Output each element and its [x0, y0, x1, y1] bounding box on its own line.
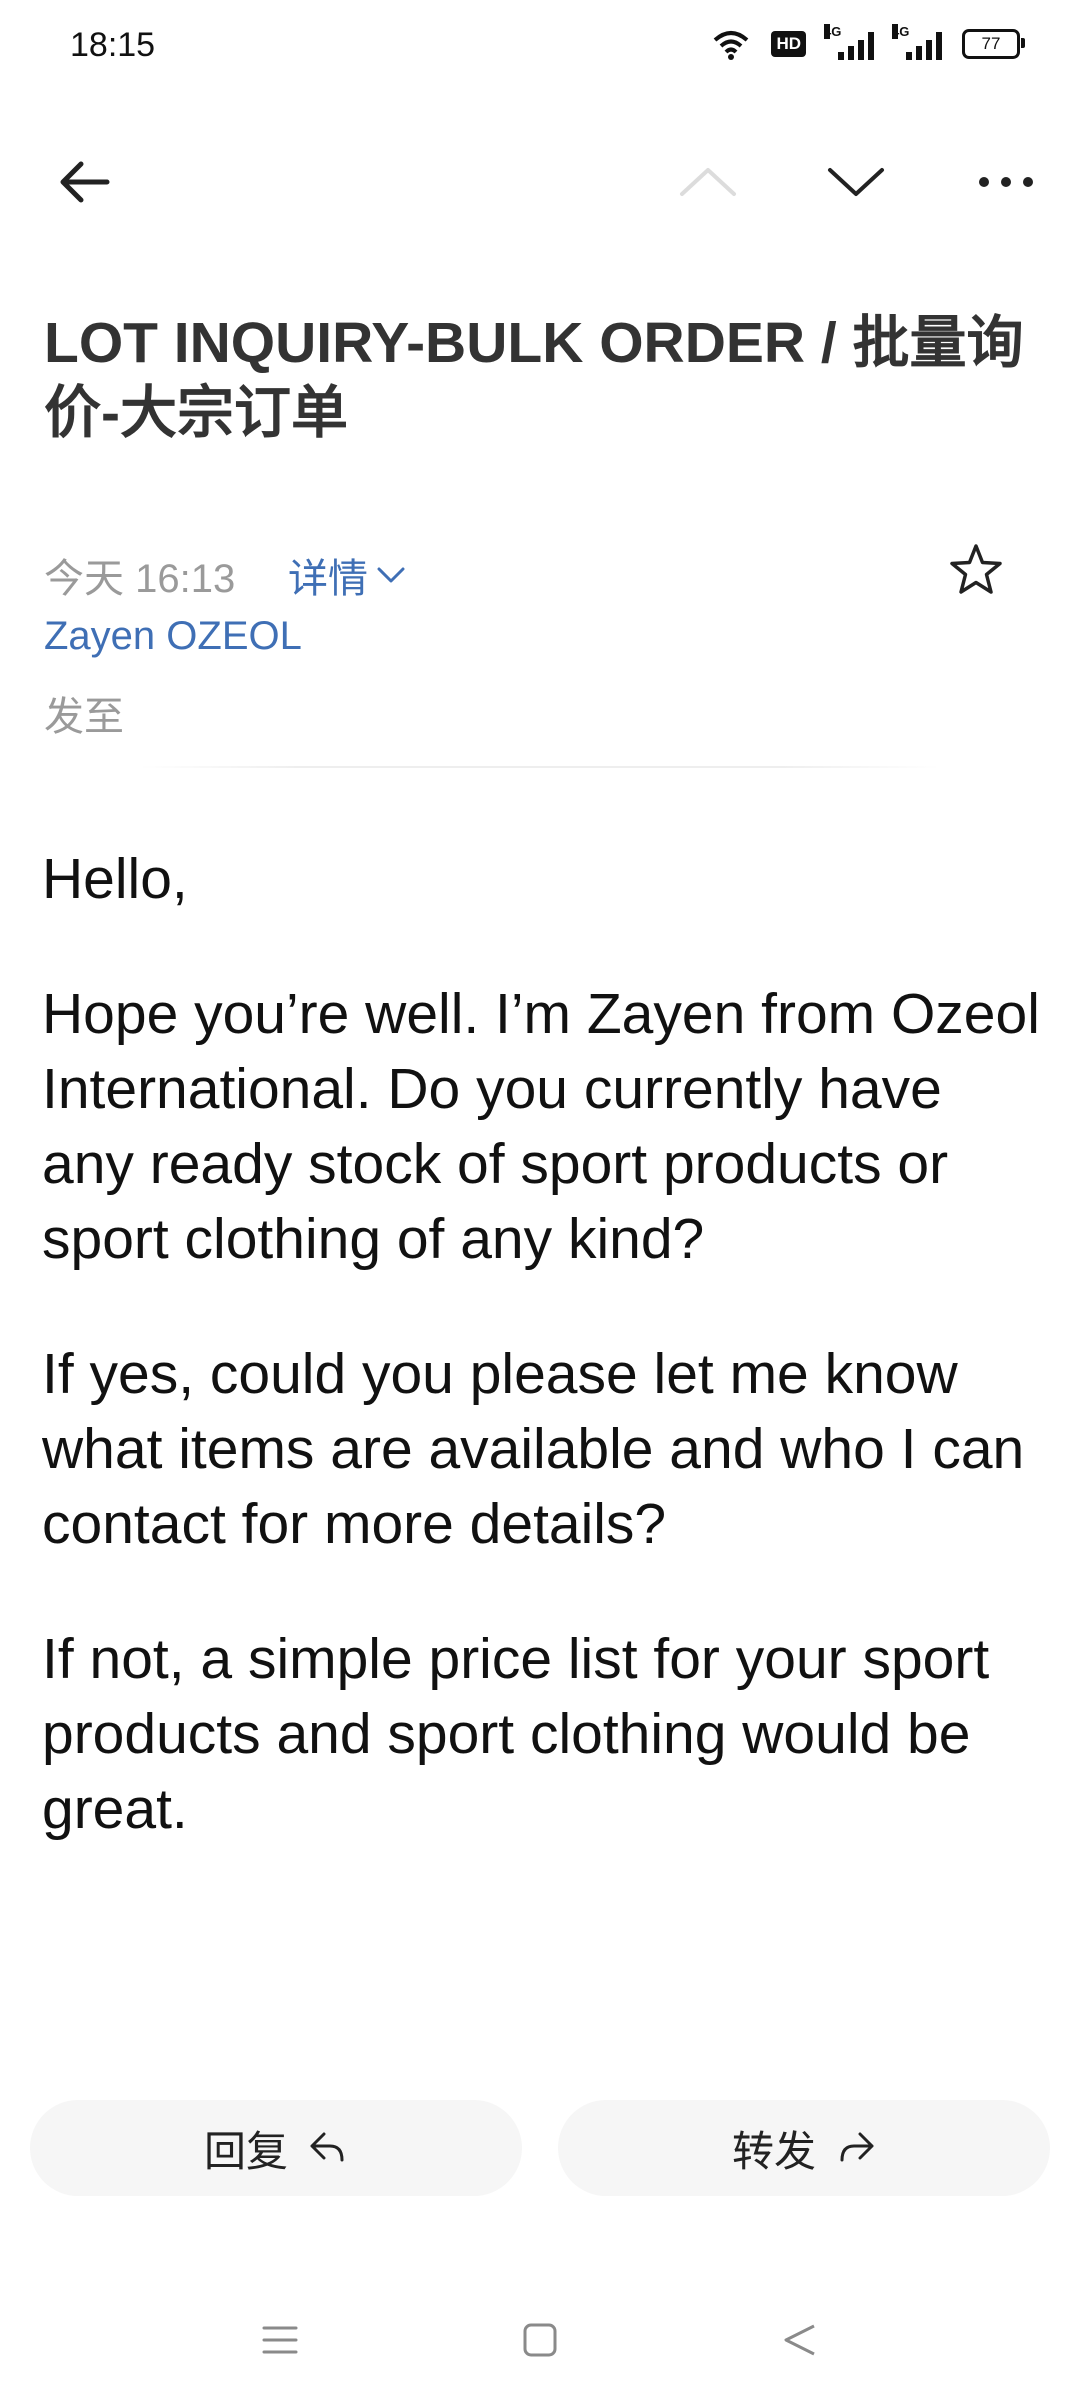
- email-toolbar: [0, 120, 1080, 240]
- network-type-label-2: 4G: [892, 24, 910, 39]
- arrow-left-icon: [60, 161, 110, 203]
- details-toggle[interactable]: 详情: [288, 546, 406, 604]
- nav-recents-button[interactable]: [240, 2310, 320, 2370]
- back-button[interactable]: [44, 142, 124, 222]
- next-email-button[interactable]: [816, 142, 896, 222]
- square-icon: [523, 2323, 557, 2357]
- signal-icon-2: 4G: [892, 24, 942, 60]
- status-icons: HD 4G 4G 77: [711, 24, 1025, 60]
- triangle-back-icon: [784, 2324, 815, 2356]
- battery-icon: 77: [962, 29, 1025, 59]
- hd-voice-icon: HD: [771, 31, 806, 57]
- body-paragraph: If yes, could you please let me know wha…: [42, 1342, 1025, 1556]
- nav-home-button[interactable]: [500, 2310, 580, 2370]
- reply-label: 回复: [203, 2127, 288, 2175]
- body-paragraph: Hello,: [42, 847, 188, 911]
- chevron-down-icon: [828, 168, 884, 196]
- menu-icon: [262, 2326, 298, 2354]
- header-divider: [140, 766, 940, 768]
- email-actions: 回复 转发: [30, 2100, 1050, 2196]
- reply-icon: [310, 2132, 344, 2162]
- chevron-down-small-icon: [377, 567, 405, 583]
- nav-back-button[interactable]: [760, 2310, 840, 2370]
- star-button[interactable]: [946, 540, 1006, 600]
- more-options-button[interactable]: [966, 142, 1046, 222]
- sender-name[interactable]: Zayen OZEOL: [44, 614, 302, 659]
- wifi-icon: [714, 31, 749, 60]
- email-body: Hello, Hope you’re well. I’m Zayen from …: [42, 842, 1042, 1907]
- signal-icon: 4G: [824, 24, 874, 60]
- chevron-up-icon: [680, 168, 736, 196]
- status-time: 18:15: [70, 26, 156, 64]
- status-bar: 18:15 HD 4G 4G 77: [0, 0, 1080, 96]
- forward-button[interactable]: 转发: [558, 2100, 1050, 2196]
- previous-email-button[interactable]: [668, 142, 748, 222]
- star-icon: [950, 544, 1002, 594]
- forward-icon: [840, 2132, 874, 2162]
- body-paragraph: If not, a simple price list for your spo…: [42, 1627, 990, 1841]
- network-type-label: 4G: [824, 24, 842, 39]
- system-nav-bar: [0, 2280, 1080, 2400]
- email-subject: LOT INQUIRY-BULK ORDER / 批量询价-大宗订单: [44, 311, 1024, 445]
- more-horizontal-icon: [979, 177, 1033, 187]
- forward-label: 转发: [731, 2127, 816, 2175]
- email-date: 今天 16:13: [44, 557, 236, 601]
- details-label: 详情: [288, 557, 368, 601]
- body-paragraph: Hope you’re well. I’m Zayen from Ozeol I…: [42, 982, 1040, 1271]
- reply-button[interactable]: 回复: [30, 2100, 522, 2196]
- sent-to-label: 发至: [44, 695, 124, 739]
